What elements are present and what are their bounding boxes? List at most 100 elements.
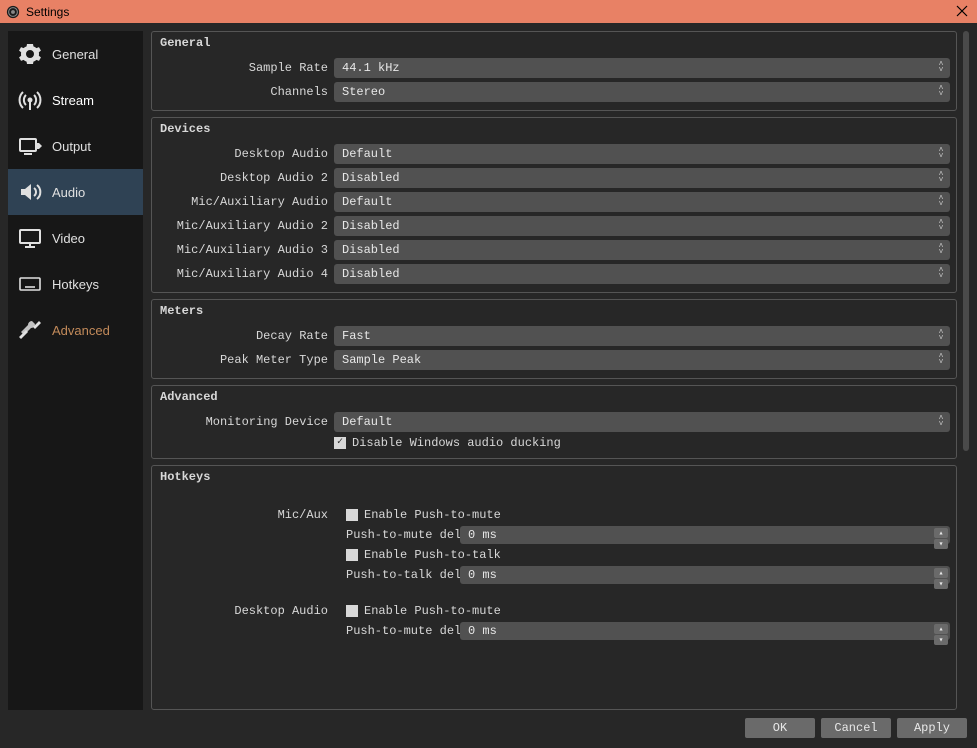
sidebar-item-label: General (52, 47, 98, 62)
label-mic-aux-hotkeys: Mic/Aux (158, 508, 328, 522)
chevron-updown-icon: ˄˅ (936, 264, 946, 284)
checkbox-label: Enable Push-to-mute (364, 508, 501, 522)
group-title: Hotkeys (152, 466, 956, 488)
sidebar-item-video[interactable]: Video (8, 215, 143, 261)
combo-value: Default (342, 147, 392, 161)
settings-sidebar: General Stream Output Audio (8, 31, 143, 710)
ok-button[interactable]: OK (745, 718, 815, 738)
scrollbar-thumb[interactable] (963, 31, 969, 451)
combo-mic-aux[interactable]: Default ˄˅ (334, 192, 950, 212)
sidebar-item-advanced[interactable]: Advanced (8, 307, 143, 353)
tools-icon (18, 318, 42, 342)
cancel-button[interactable]: Cancel (821, 718, 891, 738)
group-title: Meters (152, 300, 956, 322)
checkbox-mic-push-to-talk[interactable] (346, 549, 358, 561)
chevron-updown-icon: ˄˅ (936, 326, 946, 346)
sidebar-item-label: Hotkeys (52, 277, 99, 292)
spin-mic-push-to-talk-delay[interactable]: 0 ms ▴▾ (460, 566, 950, 584)
spin-unit: ms (482, 568, 496, 582)
keyboard-icon (18, 272, 42, 296)
titlebar: Settings (0, 0, 977, 23)
checkbox-label: Disable Windows audio ducking (352, 436, 561, 450)
combo-value: Disabled (342, 267, 400, 281)
spin-desktop-push-to-mute-delay[interactable]: 0 ms ▴▾ (460, 622, 950, 640)
label-push-to-mute-delay: Push-to-mute delay (346, 528, 454, 542)
close-icon[interactable] (953, 2, 971, 20)
obs-logo-icon (6, 5, 20, 19)
sidebar-item-hotkeys[interactable]: Hotkeys (8, 261, 143, 307)
chevron-up-icon[interactable]: ▴ (934, 528, 948, 538)
spin-value: 0 (468, 624, 475, 638)
apply-button[interactable]: Apply (897, 718, 967, 738)
combo-value: 44.1 kHz (342, 61, 400, 75)
checkbox-mic-push-to-mute[interactable] (346, 509, 358, 521)
sidebar-item-general[interactable]: General (8, 31, 143, 77)
checkbox-label: Enable Push-to-talk (364, 548, 501, 562)
chevron-down-icon[interactable]: ▾ (934, 635, 948, 645)
window-title: Settings (26, 5, 69, 19)
content-scrollbar[interactable] (963, 31, 969, 710)
sidebar-item-audio[interactable]: Audio (8, 169, 143, 215)
group-title: Devices (152, 118, 956, 140)
group-title: General (152, 32, 956, 54)
label-mic-aux-3: Mic/Auxiliary Audio 3 (158, 243, 328, 257)
sidebar-item-label: Video (52, 231, 85, 246)
combo-desktop-audio[interactable]: Default ˄˅ (334, 144, 950, 164)
gear-icon (18, 42, 42, 66)
output-icon (18, 134, 42, 158)
combo-peak-meter[interactable]: Sample Peak ˄˅ (334, 350, 950, 370)
dialog-buttons: OK Cancel Apply (8, 718, 969, 740)
chevron-up-icon[interactable]: ▴ (934, 568, 948, 578)
chevron-updown-icon: ˄˅ (936, 144, 946, 164)
label-mic-aux-2: Mic/Auxiliary Audio 2 (158, 219, 328, 233)
combo-monitoring-device[interactable]: Default ˄˅ (334, 412, 950, 432)
sidebar-item-label: Output (52, 139, 91, 154)
label-desktop-audio-hotkeys: Desktop Audio (158, 604, 328, 618)
label-monitoring-device: Monitoring Device (158, 415, 328, 429)
label-peak-meter: Peak Meter Type (158, 353, 328, 367)
combo-value: Default (342, 415, 392, 429)
group-devices: Devices Desktop Audio Default ˄˅ Desktop… (151, 117, 957, 293)
sidebar-item-stream[interactable]: Stream (8, 77, 143, 123)
label-mic-aux-4: Mic/Auxiliary Audio 4 (158, 267, 328, 281)
label-desktop-audio: Desktop Audio (158, 147, 328, 161)
antenna-icon (18, 88, 42, 112)
combo-mic-aux-3[interactable]: Disabled ˄˅ (334, 240, 950, 260)
group-advanced: Advanced Monitoring Device Default ˄˅ Di… (151, 385, 957, 459)
label-mic-aux: Mic/Auxiliary Audio (158, 195, 328, 209)
combo-value: Disabled (342, 243, 400, 257)
group-title: Advanced (152, 386, 956, 408)
chevron-updown-icon: ˄˅ (936, 216, 946, 236)
combo-mic-aux-2[interactable]: Disabled ˄˅ (334, 216, 950, 236)
sidebar-item-label: Audio (52, 185, 85, 200)
combo-desktop-audio-2[interactable]: Disabled ˄˅ (334, 168, 950, 188)
spin-value: 0 (468, 568, 475, 582)
chevron-updown-icon: ˄˅ (936, 240, 946, 260)
monitor-icon (18, 226, 42, 250)
combo-decay-rate[interactable]: Fast ˄˅ (334, 326, 950, 346)
chevron-updown-icon: ˄˅ (936, 82, 946, 102)
chevron-updown-icon: ˄˅ (936, 412, 946, 432)
group-hotkeys: Hotkeys Mic/Aux Enable Push-to-mute (151, 465, 957, 710)
spin-unit: ms (482, 528, 496, 542)
combo-channels[interactable]: Stereo ˄˅ (334, 82, 950, 102)
combo-sample-rate[interactable]: 44.1 kHz ˄˅ (334, 58, 950, 78)
chevron-up-icon[interactable]: ▴ (934, 624, 948, 634)
combo-mic-aux-4[interactable]: Disabled ˄˅ (334, 264, 950, 284)
checkbox-desktop-push-to-mute[interactable] (346, 605, 358, 617)
settings-content: General Sample Rate 44.1 kHz ˄˅ Channels (151, 31, 969, 710)
sidebar-item-output[interactable]: Output (8, 123, 143, 169)
spin-mic-push-to-mute-delay[interactable]: 0 ms ▴▾ (460, 526, 950, 544)
checkbox-disable-ducking[interactable] (334, 437, 346, 449)
chevron-updown-icon: ˄˅ (936, 350, 946, 370)
sidebar-item-label: Stream (52, 93, 94, 108)
chevron-down-icon[interactable]: ▾ (934, 539, 948, 549)
combo-value: Disabled (342, 171, 400, 185)
label-push-to-talk-delay: Push-to-talk delay (346, 568, 454, 582)
chevron-updown-icon: ˄˅ (936, 192, 946, 212)
chevron-down-icon[interactable]: ▾ (934, 579, 948, 589)
label-decay-rate: Decay Rate (158, 329, 328, 343)
combo-value: Sample Peak (342, 353, 421, 367)
combo-value: Fast (342, 329, 371, 343)
label-desktop-audio-2: Desktop Audio 2 (158, 171, 328, 185)
